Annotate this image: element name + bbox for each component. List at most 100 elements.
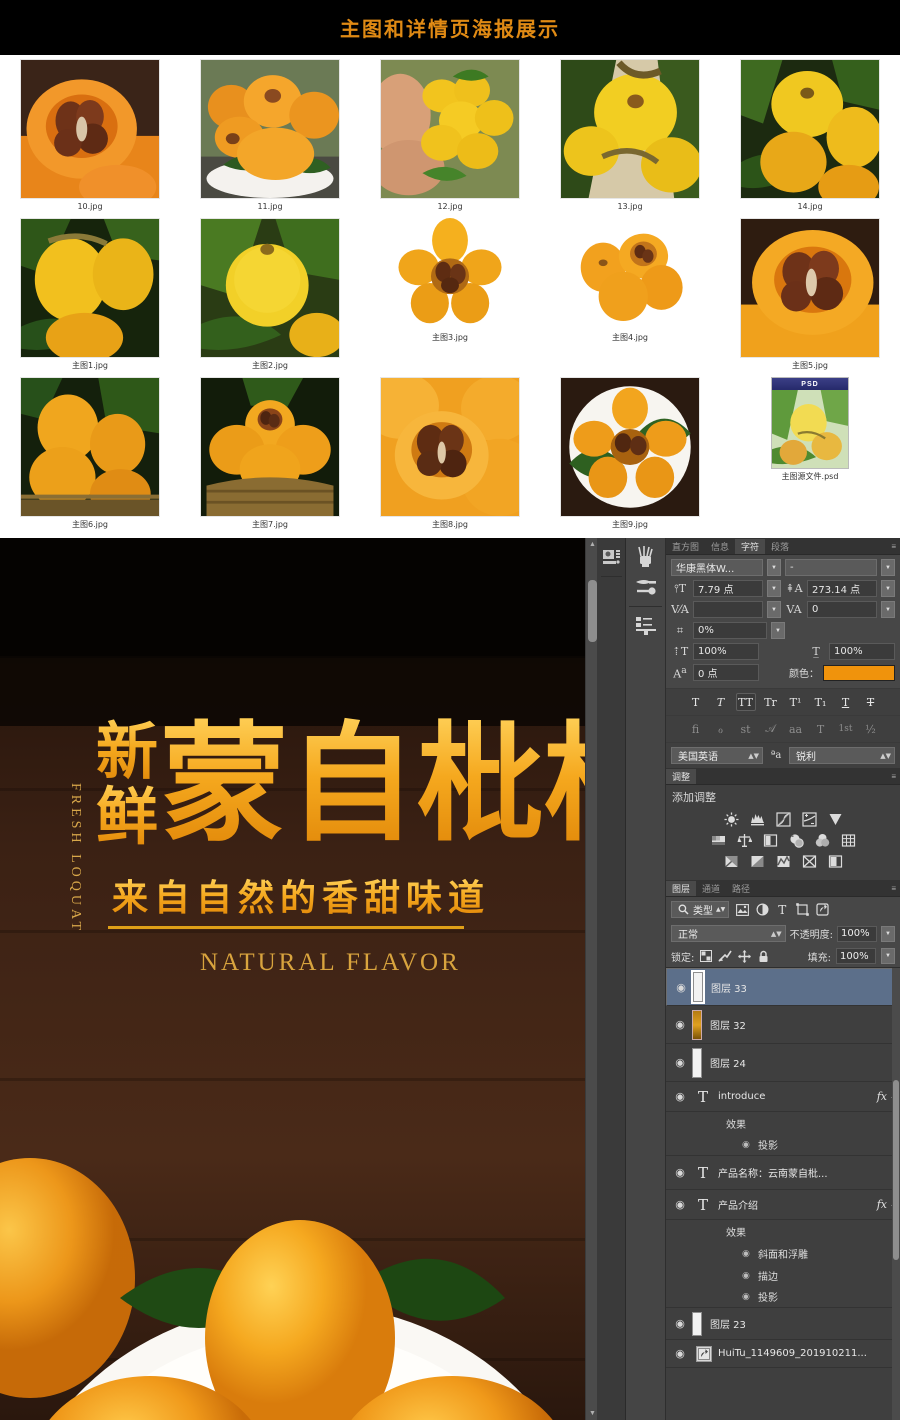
- contextual-alternate-button[interactable]: ℴ: [711, 720, 731, 738]
- eye-icon[interactable]: ◉: [742, 1291, 758, 1302]
- exposure-icon[interactable]: [800, 811, 818, 827]
- thumbnail-image-12[interactable]: [380, 59, 520, 199]
- thumbnail-image-zhutu4[interactable]: 主图4.jpg: [540, 218, 720, 377]
- leading-dropdown-icon[interactable]: ▼: [881, 580, 895, 597]
- layer-effect-item[interactable]: ◉ 投影: [666, 1134, 900, 1156]
- thumbnail-image-10[interactable]: [20, 59, 160, 199]
- all-caps-button[interactable]: TT: [735, 693, 756, 711]
- levels-icon[interactable]: [748, 811, 766, 827]
- thumbnail-image-zhutu9[interactable]: [560, 377, 700, 517]
- vibrance-icon[interactable]: [826, 811, 844, 827]
- panel-menu-icon[interactable]: ≡: [891, 884, 896, 893]
- thumbnail-item[interactable]: 主图7.jpg: [180, 377, 360, 536]
- layer-row-23[interactable]: ◉ 图层 23: [666, 1308, 900, 1340]
- layer-list-scroll-thumb[interactable]: [893, 1080, 899, 1260]
- eye-icon[interactable]: ◉: [742, 1248, 758, 1259]
- type-filter-icon[interactable]: T: [775, 903, 789, 917]
- brightness-contrast-icon[interactable]: [722, 811, 740, 827]
- lock-position-icon[interactable]: [737, 949, 751, 963]
- thumbnail-image-zhutu5[interactable]: [740, 218, 880, 358]
- opacity-value[interactable]: 100%: [837, 925, 877, 942]
- layer-row-33[interactable]: ◉ 图层 33: [666, 968, 900, 1006]
- lock-image-icon[interactable]: [718, 949, 733, 963]
- font-style-dropdown-icon[interactable]: ▼: [881, 559, 895, 576]
- eye-icon[interactable]: ◉: [668, 1317, 692, 1330]
- font-size-dropdown-icon[interactable]: ▼: [767, 580, 781, 597]
- eye-icon[interactable]: ◉: [668, 1166, 692, 1179]
- ordinals-button[interactable]: 1st: [836, 720, 856, 738]
- font-size-input[interactable]: 7.79 点: [693, 580, 763, 597]
- lock-all-icon[interactable]: [756, 949, 770, 963]
- layer-row-product-name[interactable]: ◉ T 产品名称：云南蒙自枇...: [666, 1156, 900, 1190]
- font-style-input[interactable]: -: [785, 559, 877, 576]
- smart-object-icon[interactable]: [696, 1345, 712, 1362]
- swash-button[interactable]: 𝒜: [761, 720, 781, 738]
- fx-icon[interactable]: fx: [877, 1198, 887, 1211]
- shape-filter-icon[interactable]: [795, 903, 809, 917]
- scroll-down-arrow[interactable]: ▼: [586, 1407, 599, 1420]
- eye-icon[interactable]: ◉: [668, 1056, 692, 1069]
- layer-thumbnail[interactable]: [691, 970, 705, 1004]
- brush-preset-icon[interactable]: [626, 542, 665, 572]
- layer-effect-item[interactable]: ◉ 斜面和浮雕: [666, 1242, 900, 1264]
- smartobject-filter-icon[interactable]: [815, 903, 829, 917]
- fractions-button[interactable]: ½: [861, 720, 881, 738]
- tab-paragraph[interactable]: 段落: [765, 539, 795, 554]
- titling-alternate-button[interactable]: T: [811, 720, 831, 738]
- panel-menu-icon[interactable]: ≡: [891, 772, 896, 781]
- tsume-dropdown-icon[interactable]: ▼: [771, 622, 785, 639]
- eye-icon[interactable]: ◉: [668, 1090, 692, 1103]
- subscript-button[interactable]: T₁: [811, 693, 831, 711]
- color-lookup-icon[interactable]: [839, 832, 857, 848]
- tab-layers[interactable]: 图层: [666, 881, 697, 896]
- thumbnail-item[interactable]: 主图9.jpg: [540, 377, 720, 536]
- layer-row-24[interactable]: ◉ 图层 24: [666, 1044, 900, 1082]
- strikethrough-button[interactable]: T: [861, 693, 881, 711]
- eye-icon[interactable]: ◉: [742, 1270, 758, 1281]
- thumbnail-item[interactable]: 主图6.jpg: [0, 377, 180, 536]
- layer-row-32[interactable]: ◉ 图层 32: [666, 1006, 900, 1044]
- kerning-dropdown-icon[interactable]: ▼: [767, 601, 781, 618]
- layer-comp-icon[interactable]: [626, 611, 665, 641]
- layer-row-product-intro[interactable]: ◉ T 产品介绍 fx ▲: [666, 1190, 900, 1220]
- font-family-dropdown-icon[interactable]: ▼: [767, 559, 781, 576]
- thumbnail-item[interactable]: 13.jpg: [540, 59, 720, 218]
- discretionary-ligature-button[interactable]: st: [736, 720, 756, 738]
- tab-adjustments[interactable]: 调整: [666, 769, 697, 784]
- layer-filter-kind-select[interactable]: 类型 ▲▼: [671, 901, 730, 918]
- thumbnail-image-zhutu8[interactable]: [380, 377, 520, 517]
- tool-preset-icon[interactable]: [626, 572, 665, 602]
- thumbnail-image-zhutu7[interactable]: [200, 377, 340, 517]
- antialias-select[interactable]: 锐利 ▲▼: [789, 747, 895, 764]
- curves-icon[interactable]: [774, 811, 792, 827]
- thumbnail-image-13[interactable]: [560, 59, 700, 199]
- navigator-icon[interactable]: [598, 542, 625, 572]
- selective-color-icon[interactable]: [826, 853, 844, 869]
- thumbnail-item[interactable]: 主图5.jpg: [720, 218, 900, 377]
- lock-transparency-icon[interactable]: [699, 949, 713, 963]
- fill-dropdown-icon[interactable]: ▼: [881, 948, 895, 964]
- superscript-button[interactable]: T¹: [786, 693, 806, 711]
- color-balance-icon[interactable]: [735, 832, 753, 848]
- thumbnail-image-zhutu6[interactable]: [20, 377, 160, 517]
- thumbnail-image-zhutu2[interactable]: [200, 218, 340, 358]
- vertical-scale-input[interactable]: 100%: [693, 643, 759, 660]
- eye-icon[interactable]: ◉: [668, 1198, 692, 1211]
- thumbnail-item[interactable]: 11.jpg: [180, 59, 360, 218]
- opacity-dropdown-icon[interactable]: ▼: [881, 925, 895, 942]
- threshold-icon[interactable]: [774, 853, 792, 869]
- layer-effect-item[interactable]: ◉ 描边: [666, 1264, 900, 1286]
- scroll-up-arrow[interactable]: ▲: [586, 538, 599, 551]
- gradient-map-icon[interactable]: [800, 853, 818, 869]
- text-color-swatch[interactable]: [823, 664, 895, 681]
- horizontal-scale-input[interactable]: 100%: [829, 643, 895, 660]
- blend-mode-select[interactable]: 正常 ▲▼: [671, 925, 786, 942]
- thumbnail-image-11[interactable]: [200, 59, 340, 199]
- faux-italic-button[interactable]: T: [711, 693, 731, 711]
- underline-button[interactable]: T: [836, 693, 856, 711]
- thumbnail-item[interactable]: 12.jpg: [360, 59, 540, 218]
- scrollbar-thumb[interactable]: [588, 580, 597, 642]
- tab-info[interactable]: 信息: [705, 539, 735, 554]
- layer-thumbnail[interactable]: [692, 1311, 702, 1336]
- hue-saturation-icon[interactable]: [709, 832, 727, 848]
